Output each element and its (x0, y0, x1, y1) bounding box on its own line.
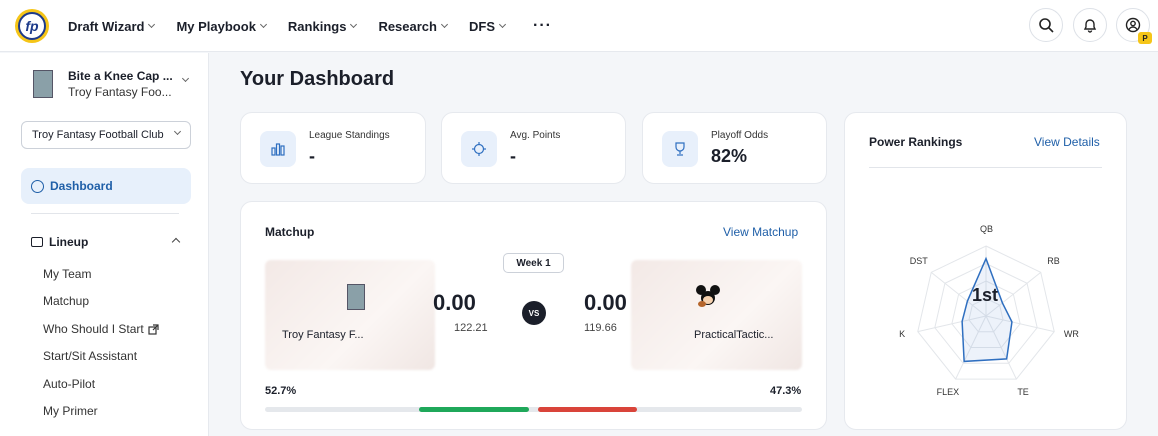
top-nav-bar: fp Draft Wizard My Playbook Rankings Res… (0, 0, 1158, 52)
sidebar-section-lineup[interactable]: Lineup (31, 235, 181, 249)
premium-badge: P (1138, 32, 1152, 44)
sidebar-item-my-primer[interactable]: My Primer (43, 404, 98, 418)
away-team-name[interactable]: PracticalTactic... (694, 329, 773, 341)
sidebar-divider (31, 213, 179, 214)
fantasypros-logo[interactable]: fp (15, 9, 49, 43)
nav-research[interactable]: Research (378, 18, 449, 34)
team-league: Troy Fantasy Foo... (68, 85, 172, 99)
radar-axis-label: QB (980, 224, 994, 234)
stat-card-playoff-odds: Playoff Odds 82% (642, 112, 827, 184)
crosshair-icon (461, 131, 497, 167)
sidebar-section-label: Lineup (49, 235, 89, 249)
more-menu-icon[interactable]: ··· (533, 17, 552, 35)
sidebar-item-my-team[interactable]: My Team (43, 267, 91, 281)
away-score: 0.00 (584, 290, 627, 315)
week-badge: Week 1 (503, 253, 564, 273)
chevron-down-icon (173, 127, 182, 136)
sidebar-item-dashboard[interactable]: Dashboard (21, 168, 191, 204)
radar-axis-label: TE (1017, 387, 1029, 398)
away-win-pct: 47.3% (770, 385, 802, 397)
profile-button[interactable]: P (1116, 8, 1152, 44)
sidebar-item-label: Who Should I Start (43, 322, 144, 336)
radar-axis-label: K (899, 329, 906, 340)
search-icon (1039, 18, 1054, 33)
trophy-icon (662, 131, 698, 167)
stat-value: - (309, 146, 315, 166)
chevron-down-icon (498, 20, 507, 29)
external-link-icon (148, 323, 159, 335)
stat-card-avg-points: Avg. Points - (441, 112, 626, 184)
home-team-name[interactable]: Troy Fantasy F... (282, 329, 364, 341)
user-icon (1125, 17, 1141, 33)
stat-card-league-standings: League Standings - (240, 112, 426, 184)
league-select-value: Troy Fantasy Football Club (32, 129, 164, 141)
chevron-down-icon (440, 20, 449, 29)
nav-draft-wizard[interactable]: Draft Wizard (68, 18, 156, 34)
power-rankings-radar-chart (917, 245, 1055, 380)
radar-series-shape (961, 256, 1013, 363)
sidebar-item-label: Dashboard (50, 179, 113, 193)
main-nav: Draft Wizard My Playbook Rankings Resear… (68, 0, 552, 52)
stat-label: Playoff Odds (711, 130, 769, 141)
nav-rankings[interactable]: Rankings (287, 18, 358, 34)
bar-chart-icon (260, 131, 296, 167)
stat-label: Avg. Points (510, 130, 561, 141)
sidebar-item-who-should-i-start[interactable]: Who Should I Start (43, 322, 159, 336)
away-win-bar (537, 407, 637, 412)
view-matchup-link[interactable]: View Matchup (723, 225, 798, 239)
chevron-down-icon (148, 20, 156, 29)
team-name[interactable]: Bite a Knee Cap ... (68, 69, 173, 83)
matchup-title: Matchup (265, 225, 315, 239)
sidebar-item-auto-pilot[interactable]: Auto-Pilot (43, 377, 95, 391)
page-title: Your Dashboard (240, 68, 395, 90)
home-win-pct: 52.7% (265, 385, 297, 397)
lineup-icon (31, 237, 43, 247)
sidebar: Bite a Knee Cap ... Troy Fantasy Foo... … (0, 53, 209, 436)
nav-label: Research (378, 18, 437, 34)
home-score: 0.00 (433, 290, 476, 315)
win-probability-bar (265, 407, 802, 412)
radar-axis-label: RB (1047, 256, 1060, 267)
away-team-banner (631, 260, 802, 370)
team-switch-chevron-icon[interactable] (181, 74, 190, 83)
chevron-down-icon (259, 20, 267, 29)
nav-label: My Playbook (176, 18, 256, 34)
league-select[interactable]: Troy Fantasy Football Club (21, 121, 191, 149)
home-team-logo (347, 284, 365, 310)
home-win-bar (418, 407, 530, 412)
dashboard-gauge-icon (31, 179, 44, 193)
nav-label: Rankings (287, 18, 347, 34)
bell-icon (1083, 19, 1097, 33)
nav-dfs[interactable]: DFS (468, 18, 507, 34)
notifications-button[interactable] (1073, 8, 1107, 42)
radar-axis-label: WR (1063, 329, 1079, 340)
search-button[interactable] (1029, 8, 1063, 42)
chevron-down-icon (350, 20, 358, 29)
nav-my-playbook[interactable]: My Playbook (176, 18, 267, 34)
matchup-card: Matchup View Matchup Week 1 Troy Fantasy… (240, 201, 827, 430)
chevron-up-icon (171, 237, 181, 247)
power-rank-value: 1st (972, 285, 999, 305)
radar-axis-label: FLEX (936, 387, 960, 398)
stat-value: 82% (711, 146, 748, 166)
sidebar-item-start-sit-assistant[interactable]: Start/Sit Assistant (43, 349, 137, 363)
sidebar-item-matchup[interactable]: Matchup (43, 294, 89, 308)
team-avatar (33, 70, 53, 98)
away-team-logo (696, 285, 720, 307)
away-projected: 119.66 (584, 322, 617, 334)
logo-text: fp (18, 12, 46, 40)
power-rankings-card: Power Rankings View Details 1st QB RB WR TE… (844, 112, 1127, 430)
stat-label: League Standings (309, 130, 390, 141)
home-team-banner (265, 260, 435, 370)
nav-label: DFS (468, 18, 495, 34)
stat-value: - (510, 146, 516, 166)
vs-badge: VS (522, 301, 546, 325)
nav-label: Draft Wizard (68, 18, 145, 34)
home-projected: 122.21 (454, 322, 488, 334)
radar-axis-label: DST (909, 256, 928, 267)
